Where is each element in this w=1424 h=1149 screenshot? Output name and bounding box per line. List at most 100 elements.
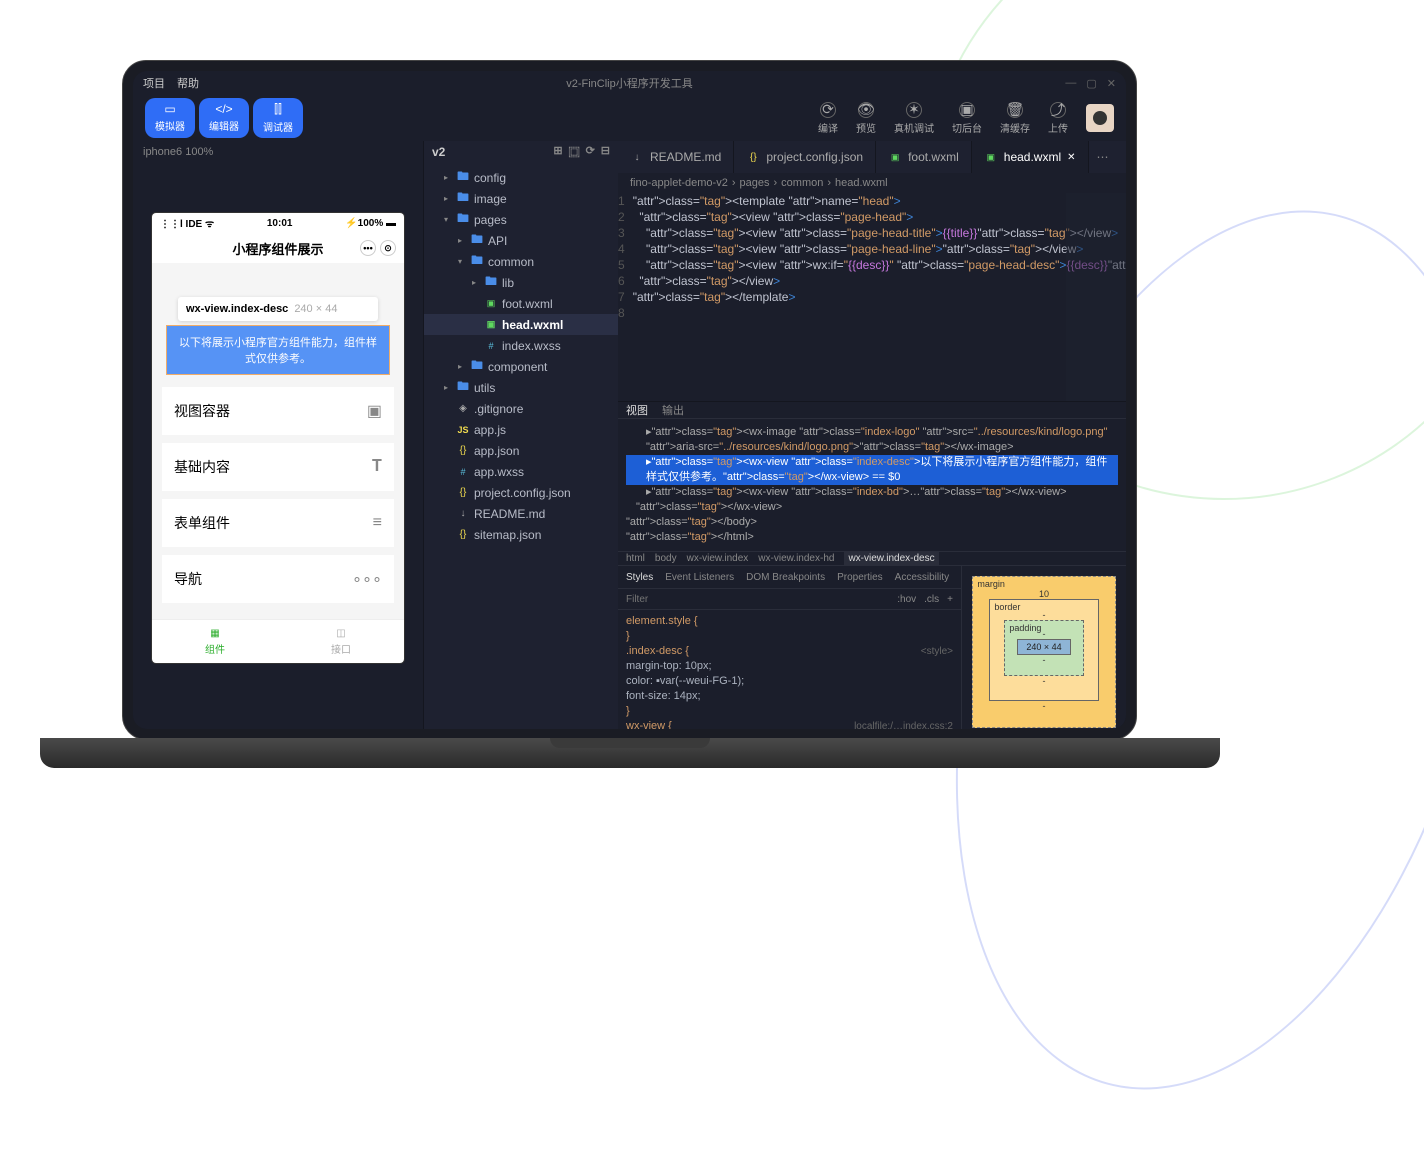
tree-item[interactable]: ▾🖿 common: [424, 251, 618, 272]
titlebar: 项目 帮助 v2-FinClip小程序开发工具 — ▢ ✕: [133, 71, 1126, 95]
close-icon[interactable]: ✕: [1067, 152, 1075, 163]
page-title: 小程序组件展示: [232, 239, 323, 258]
compile-button[interactable]: ⟳编译: [818, 102, 838, 135]
list-item[interactable]: 视图容器▣: [162, 387, 394, 435]
crumb[interactable]: pages: [740, 177, 770, 189]
tree-item[interactable]: ▣ foot.wxml: [424, 293, 618, 314]
crumb[interactable]: head.wxml: [835, 177, 888, 189]
window-close-icon[interactable]: ✕: [1107, 77, 1116, 90]
window-max-icon[interactable]: ▢: [1086, 77, 1096, 90]
editor-tab[interactable]: ↓README.md: [618, 141, 734, 173]
compile-icon: ⟳: [820, 102, 836, 118]
minimap[interactable]: [1066, 193, 1126, 401]
tree-item[interactable]: {} sitemap.json: [424, 524, 618, 545]
refresh-icon[interactable]: ⟳: [586, 144, 595, 160]
hov-toggle[interactable]: :hov: [897, 594, 916, 605]
tree-item[interactable]: ↓ README.md: [424, 503, 618, 524]
device-debug-button[interactable]: ✶真机调试: [894, 102, 934, 135]
window-min-icon[interactable]: —: [1065, 77, 1076, 90]
cls-toggle[interactable]: .cls: [924, 594, 939, 605]
tree-item[interactable]: ▣ head.wxml: [424, 314, 618, 335]
dom-crumb-item[interactable]: wx-view.index-hd: [758, 553, 834, 564]
devtools-tab-view[interactable]: 视图: [626, 402, 648, 418]
editor-toggle[interactable]: </>编辑器: [199, 98, 249, 138]
background-icon: ▣: [959, 102, 975, 118]
tree-item[interactable]: ▾🖿 pages: [424, 209, 618, 230]
trash-icon: 🗑: [1007, 102, 1023, 118]
list-item[interactable]: 表单组件≡: [162, 499, 394, 547]
inspect-highlight: 以下将展示小程序官方组件能力，组件样式仅供参考。: [166, 325, 390, 375]
statusbar-left: ⋮⋮l IDE ᯤ: [160, 216, 214, 230]
bug-icon: ✶: [906, 102, 922, 118]
add-rule-icon[interactable]: +: [947, 594, 953, 605]
tab-styles[interactable]: Styles: [626, 572, 653, 583]
tab-properties[interactable]: Properties: [837, 572, 883, 583]
editor-tab[interactable]: ▣head.wxml✕: [972, 141, 1089, 173]
ide-window: 项目 帮助 v2-FinClip小程序开发工具 — ▢ ✕ ▭模拟器 </>编辑…: [133, 71, 1126, 729]
menu-help[interactable]: 帮助: [177, 75, 199, 91]
new-folder-icon[interactable]: ⿴: [569, 144, 580, 160]
grid-icon: ▦: [210, 628, 219, 639]
tabs-more-icon[interactable]: ⋯: [1089, 141, 1117, 173]
statusbar-right: ⚡100% ▬: [345, 218, 396, 229]
tree-root[interactable]: v2: [432, 145, 445, 159]
avatar[interactable]: [1086, 104, 1114, 132]
simulator-panel: iphone6 100% ⋮⋮l IDE ᯤ 10:01 ⚡100% ▬ 小程序…: [133, 141, 423, 729]
statusbar-time: 10:01: [267, 218, 293, 229]
tree-item[interactable]: # index.wxss: [424, 335, 618, 356]
tree-item[interactable]: ▸🖿 config: [424, 167, 618, 188]
editor-tabs: ↓README.md{}project.config.json▣foot.wxm…: [618, 141, 1126, 173]
crumb[interactable]: common: [781, 177, 823, 189]
menu-project[interactable]: 项目: [143, 75, 165, 91]
list-item[interactable]: 导航∘∘∘: [162, 555, 394, 603]
clear-cache-button[interactable]: 🗑清缓存: [1000, 102, 1030, 135]
collapse-icon[interactable]: ⊟: [601, 144, 610, 160]
file-tree-panel: v2 ⊞ ⿴ ⟳ ⊟ ▸🖿 config▸🖿 image▾🖿 pages▸🖿 A…: [423, 141, 618, 729]
tab-component[interactable]: ▦组件: [152, 620, 278, 663]
dom-crumb-item[interactable]: wx-view.index-desc: [844, 552, 938, 565]
debugger-toggle[interactable]: ⫿⫿调试器: [253, 98, 303, 138]
tree-item[interactable]: ▸🖿 utils: [424, 377, 618, 398]
tab-api[interactable]: ◫接口: [278, 620, 404, 663]
tree-item[interactable]: ▸🖿 component: [424, 356, 618, 377]
tree-item[interactable]: JS app.js: [424, 419, 618, 440]
css-rules[interactable]: element.style { } .index-desc {<style> m…: [618, 610, 961, 729]
editor-tab[interactable]: {}project.config.json: [734, 141, 876, 173]
list-item[interactable]: 基础内容𝐓: [162, 443, 394, 491]
capsule-more-icon[interactable]: •••: [360, 240, 376, 256]
capsule-close-icon[interactable]: ⊙: [380, 240, 396, 256]
toolbar: ▭模拟器 </>编辑器 ⫿⫿调试器 ⟳编译 👁预览 ✶真机调试 ▣切后台 🗑清缓…: [133, 95, 1126, 141]
dom-crumb-item[interactable]: html: [626, 553, 645, 564]
editor-tab[interactable]: ▣foot.wxml: [876, 141, 972, 173]
background-button[interactable]: ▣切后台: [952, 102, 982, 135]
tree-item[interactable]: ▸🖿 lib: [424, 272, 618, 293]
tab-breakpoints[interactable]: DOM Breakpoints: [746, 572, 825, 583]
eye-icon: 👁: [858, 102, 874, 118]
new-file-icon[interactable]: ⊞: [553, 144, 562, 160]
code-area[interactable]: 12345678 "attr">class="tag"><template "a…: [618, 193, 1126, 401]
dom-crumb-item[interactable]: body: [655, 553, 677, 564]
dom-crumb-item[interactable]: wx-view.index: [687, 553, 749, 564]
tree-item[interactable]: {} app.json: [424, 440, 618, 461]
tree-item[interactable]: # app.wxss: [424, 461, 618, 482]
inspect-tooltip: wx-view.index-desc240 × 44: [178, 297, 378, 321]
tab-listeners[interactable]: Event Listeners: [665, 572, 734, 583]
crumb[interactable]: fino-applet-demo-v2: [630, 177, 728, 189]
devtools: 视图 输出 ▸"attr">class="tag"><wx-image "att…: [618, 401, 1126, 729]
tab-accessibility[interactable]: Accessibility: [895, 572, 949, 583]
dom-tree[interactable]: ▸"attr">class="tag"><wx-image "attr">cla…: [618, 419, 1126, 551]
api-icon: ◫: [336, 628, 345, 639]
tree-item[interactable]: ▸🖿 image: [424, 188, 618, 209]
styles-filter-input[interactable]: [626, 594, 889, 605]
upload-button[interactable]: ⤴上传: [1048, 102, 1068, 135]
breadcrumb: fino-applet-demo-v2 › pages › common › h…: [618, 173, 1126, 193]
preview-button[interactable]: 👁预览: [856, 102, 876, 135]
devtools-tab-output[interactable]: 输出: [662, 402, 684, 418]
window-title: v2-FinClip小程序开发工具: [566, 75, 693, 91]
tree-item[interactable]: {} project.config.json: [424, 482, 618, 503]
device-info[interactable]: iphone6 100%: [133, 141, 423, 163]
simulator-toggle[interactable]: ▭模拟器: [145, 98, 195, 138]
tree-item[interactable]: ▸🖿 API: [424, 230, 618, 251]
device-frame: ⋮⋮l IDE ᯤ 10:01 ⚡100% ▬ 小程序组件展示 ••• ⊙: [152, 213, 404, 663]
tree-item[interactable]: ◈ .gitignore: [424, 398, 618, 419]
